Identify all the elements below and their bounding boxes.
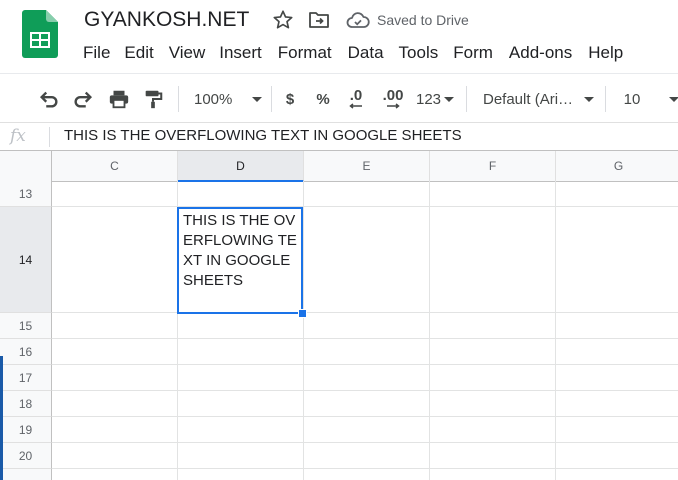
move-to-folder-icon[interactable] (308, 10, 330, 30)
paint-format-icon[interactable] (140, 88, 166, 110)
menu-form[interactable]: Form (453, 43, 493, 63)
menu-data[interactable]: Data (348, 43, 384, 63)
percent-format-button[interactable]: % (312, 88, 334, 110)
grid-line (52, 206, 678, 207)
document-title[interactable]: GYANKOSH.NET (84, 8, 249, 32)
toolbar: 100% $ % .0 .00 123 Default (Ari… 10 (0, 74, 678, 122)
row-header-15[interactable]: 15 (0, 313, 52, 339)
chevron-down-icon (669, 96, 678, 102)
grid-line (52, 416, 678, 417)
decrease-decimal-label: .0 (349, 87, 363, 104)
grid-line (52, 442, 678, 443)
font-family-select[interactable]: Default (Ari… (478, 88, 598, 110)
chevron-down-icon (252, 96, 263, 102)
column-header-g[interactable]: G (556, 151, 678, 182)
formula-separator (49, 127, 50, 147)
column-header-d[interactable]: D (178, 151, 304, 182)
grid-line (52, 364, 678, 365)
row-header-16[interactable]: 16 (0, 339, 52, 365)
fx-icon: fx (10, 126, 26, 146)
row-header-13[interactable]: 13 (0, 181, 52, 207)
zoom-value: 100% (194, 90, 233, 108)
increase-decimal-button[interactable]: .00 (378, 88, 408, 110)
font-family-value: Default (Ari… (483, 90, 574, 108)
grid-line (555, 181, 556, 480)
grid-line (52, 390, 678, 391)
font-size-select[interactable]: 10 (612, 88, 652, 110)
row-header-next[interactable] (0, 469, 52, 480)
row-header-14[interactable]: 14 (0, 207, 52, 313)
chevron-down-icon (584, 96, 595, 102)
grid-line (303, 181, 304, 480)
font-size-caret[interactable] (660, 88, 678, 110)
spreadsheet-grid: C D E F G 13 14 15 16 17 18 19 20 THIS I… (0, 150, 678, 480)
font-size-value: 10 (623, 90, 641, 108)
arrow-left-icon (349, 103, 362, 109)
more-formats-label: 123 (415, 90, 442, 108)
row-header-18[interactable]: 18 (0, 391, 52, 417)
column-header-row: C D E F G (0, 150, 678, 182)
menu-format[interactable]: Format (278, 43, 332, 63)
menu-file[interactable]: File (83, 43, 110, 63)
print-icon[interactable] (106, 88, 132, 110)
selection-edge-indicator (0, 356, 3, 480)
column-header-e[interactable]: E (304, 151, 430, 182)
star-icon[interactable] (272, 9, 294, 31)
select-all-corner[interactable] (0, 151, 52, 182)
grid-line (52, 312, 678, 313)
menu-addons[interactable]: Add-ons (509, 43, 572, 63)
fill-handle[interactable] (298, 309, 307, 318)
menu-tools[interactable]: Tools (399, 43, 439, 63)
menu-view[interactable]: View (169, 43, 206, 63)
menu-bar: File Edit View Insert Format Data Tools … (83, 43, 623, 63)
toolbar-separator (178, 86, 179, 112)
undo-icon[interactable] (36, 88, 62, 110)
currency-format-button[interactable]: $ (280, 88, 300, 110)
menu-insert[interactable]: Insert (219, 43, 262, 63)
column-header-c[interactable]: C (52, 151, 178, 182)
row-header-19[interactable]: 19 (0, 417, 52, 443)
grid-line (52, 468, 678, 469)
cloud-saved-icon[interactable] (346, 11, 370, 31)
grid-line (429, 181, 430, 480)
grid-line (52, 338, 678, 339)
formula-bar: fx THIS IS THE OVERFLOWING TEXT IN GOOGL… (0, 123, 678, 150)
active-cell-d14[interactable]: THIS IS THE OVERFLOWING TEXT IN GOOGLE S… (177, 207, 303, 314)
column-header-f[interactable]: F (430, 151, 556, 182)
menu-edit[interactable]: Edit (124, 43, 153, 63)
toolbar-separator (466, 86, 467, 112)
sheets-logo-icon[interactable] (22, 10, 58, 58)
zoom-select[interactable]: 100% (190, 88, 263, 110)
row-header-17[interactable]: 17 (0, 365, 52, 391)
row-header-20[interactable]: 20 (0, 443, 52, 469)
toolbar-separator (605, 86, 606, 112)
increase-decimal-label: .00 (382, 87, 404, 104)
arrow-right-icon (387, 103, 400, 109)
formula-input[interactable]: THIS IS THE OVERFLOWING TEXT IN GOOGLE S… (64, 127, 462, 144)
more-formats-button[interactable]: 123 (413, 88, 457, 110)
toolbar-separator (271, 86, 272, 112)
redo-icon[interactable] (70, 88, 96, 110)
chevron-down-icon (444, 96, 455, 102)
menu-help[interactable]: Help (588, 43, 623, 63)
save-status[interactable]: Saved to Drive (377, 12, 469, 28)
decrease-decimal-button[interactable]: .0 (342, 88, 370, 110)
